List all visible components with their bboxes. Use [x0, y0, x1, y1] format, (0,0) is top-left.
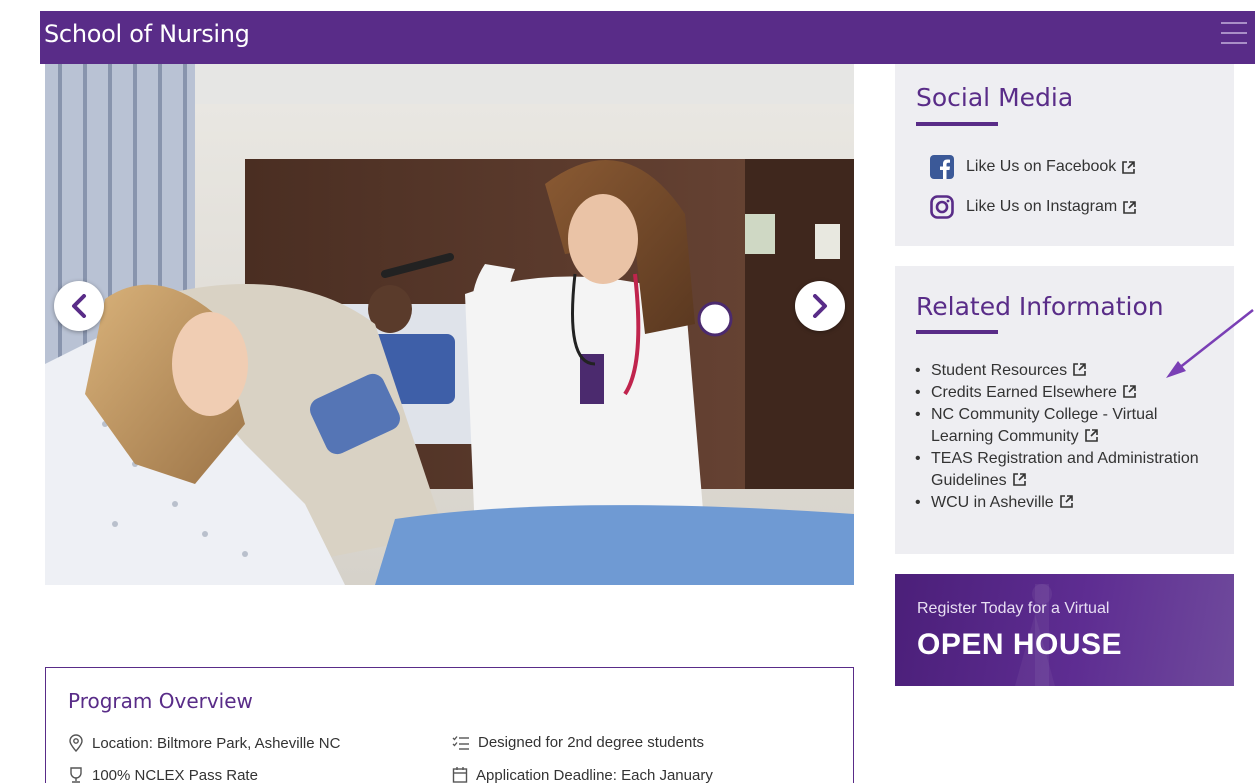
heading-rule	[916, 122, 998, 126]
related-information-heading: Related Information	[916, 292, 1164, 321]
external-link-icon	[1123, 200, 1136, 214]
site-title[interactable]: School of Nursing	[44, 20, 250, 48]
instagram-icon	[930, 195, 954, 219]
related-links-list: Student Resources Credits Earned Elsewhe…	[913, 360, 1213, 514]
facebook-icon	[930, 155, 954, 179]
related-link-credits-earned[interactable]: Credits Earned Elsewhere	[913, 382, 1213, 404]
external-link-icon	[1123, 385, 1136, 398]
image-carousel	[45, 64, 854, 585]
social-media-panel: Social Media Like Us on Facebook Like Us…	[895, 64, 1234, 246]
designed-for-text: Designed for 2nd degree students	[478, 734, 704, 751]
related-link-teas-registration[interactable]: TEAS Registration and Administration Gui…	[913, 448, 1213, 492]
location-pin-icon	[69, 734, 83, 752]
annotation-arrow-icon	[1166, 309, 1254, 378]
carousel-photo	[45, 64, 854, 585]
pass-rate-text: 100% NCLEX Pass Rate	[92, 766, 258, 783]
overview-deadline: Application Deadline: Each January	[452, 766, 713, 783]
overview-pass-rate: 100% NCLEX Pass Rate	[68, 766, 258, 783]
social-media-heading: Social Media	[916, 83, 1074, 112]
open-house-subtitle: Register Today for a Virtual	[917, 600, 1110, 617]
instagram-link[interactable]: Like Us on Instagram	[930, 195, 1137, 219]
external-link-icon	[1084, 429, 1098, 442]
external-link-icon	[1012, 473, 1026, 486]
related-link-nc-community-college[interactable]: NC Community College - Virtual Learning …	[913, 404, 1213, 448]
overview-designed-for: Designed for 2nd degree students	[452, 734, 704, 751]
carousel-prev-button[interactable]	[54, 281, 104, 331]
trophy-icon	[70, 767, 82, 783]
external-link-icon	[1059, 495, 1073, 508]
overview-location: Location: Biltmore Park, Asheville NC	[68, 734, 340, 752]
external-link-icon	[1073, 363, 1086, 376]
chevron-left-icon	[72, 294, 86, 318]
facebook-link[interactable]: Like Us on Facebook	[930, 155, 1136, 179]
checklist-icon	[452, 735, 469, 750]
chevron-right-icon	[813, 294, 827, 318]
heading-rule	[916, 330, 998, 334]
facebook-link-label: Like Us on Facebook	[966, 158, 1117, 175]
location-text: Location: Biltmore Park, Asheville NC	[92, 734, 341, 752]
instagram-link-label: Like Us on Instagram	[966, 198, 1118, 215]
related-link-wcu-asheville[interactable]: WCU in Asheville	[913, 492, 1213, 514]
carousel-next-button[interactable]	[795, 281, 845, 331]
top-bar: School of Nursing	[40, 11, 1255, 64]
open-house-title: OPEN HOUSE	[917, 628, 1123, 661]
program-overview-title: Program Overview	[68, 689, 253, 713]
deadline-text: Application Deadline: Each January	[476, 766, 713, 783]
menu-icon[interactable]	[1221, 22, 1247, 46]
program-overview-box: Program Overview Location: Biltmore Park…	[45, 667, 854, 783]
external-link-icon	[1122, 160, 1136, 174]
calendar-icon	[452, 767, 468, 783]
open-house-banner[interactable]: Register Today for a Virtual OPEN HOUSE	[895, 574, 1234, 686]
